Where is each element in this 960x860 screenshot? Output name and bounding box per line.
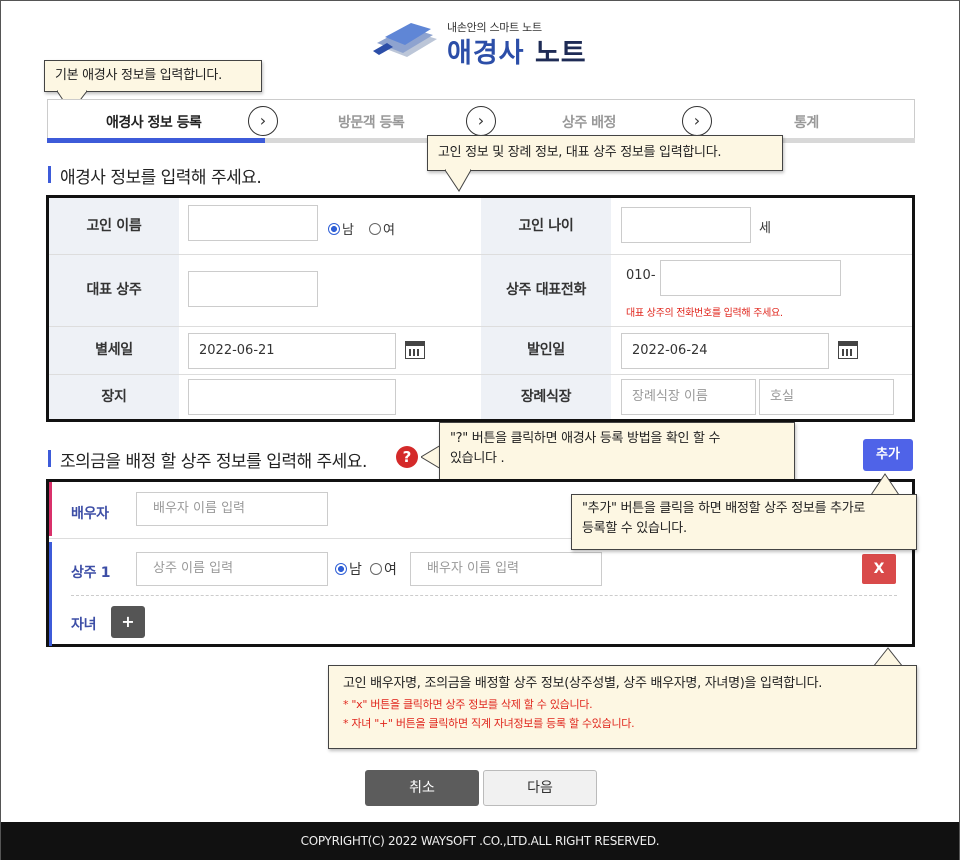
calendar-icon[interactable] (838, 341, 858, 359)
mourner1-label: 상주 1 (71, 565, 111, 581)
add-mourner-button[interactable]: 추가 (863, 439, 913, 471)
gender-male-label: 남 (342, 223, 354, 238)
delete-mourner-button[interactable]: X (862, 554, 896, 584)
mourner1-name-input[interactable]: 상주 이름 입력 (136, 552, 328, 586)
deceased-age-label: 고인 나이 (481, 198, 611, 254)
step-2-label[interactable]: 방문객 등록 (338, 112, 405, 132)
radio-checked-icon (335, 563, 347, 575)
callout-bottom: 고인 배우자명, 조의금을 배정할 상주 정보(상주성별, 상주 배우자명, 자… (328, 665, 917, 749)
spouse-accent-bar (49, 482, 52, 536)
next-button[interactable]: 다음 (483, 770, 597, 806)
deceased-age-input[interactable] (621, 207, 751, 243)
burial-input[interactable] (188, 379, 396, 415)
callout-deceased-info: 고인 정보 및 장례 정보, 대표 상주 정보를 입력합니다. (427, 135, 783, 171)
spouse-name-input[interactable]: 배우자 이름 입력 (136, 492, 328, 526)
mourner1-spouse-input[interactable]: 배우자 이름 입력 (410, 552, 602, 586)
gender-male-radio[interactable]: 남 (328, 219, 354, 238)
callout-bottom-line1: 고인 배우자명, 조의금을 배정할 상주 정보(상주성별, 상주 배우자명, 자… (343, 676, 823, 691)
callout-deceased-info-pointer (445, 169, 471, 192)
funeral-hall-input[interactable]: 장례식장 이름 (621, 379, 756, 415)
radio-unchecked-icon (369, 223, 381, 235)
phone-prefix: 010- (626, 268, 656, 283)
mourner1-gender-female-radio[interactable]: 여 (370, 559, 397, 579)
funeral-date-label: 발인일 (481, 327, 611, 374)
callout-bottom-line3: * 자녀 "+" 버튼을 클릭하면 직계 자녀정보를 등록 할 수있습니다. (343, 717, 635, 730)
step-4-label[interactable]: 통계 (794, 112, 819, 132)
form-row-place: 장지 장례식장 장례식장 이름 호실 (49, 375, 912, 419)
logo-title-blue: 애경사 (447, 38, 525, 69)
callout-help-line1: "?" 버튼을 클릭하면 애경사 등록 방법을 확인 할 수 (450, 431, 721, 446)
funeral-hall-label: 장례식장 (481, 375, 611, 419)
funeral-date-input[interactable]: 2022-06-24 (621, 333, 829, 369)
callout-deceased-info-text: 고인 정보 및 장례 정보, 대표 상주 정보를 입력합니다. (438, 145, 722, 160)
callout-help: "?" 버튼을 클릭하면 애경사 등록 방법을 확인 할 수 있습니다 . (439, 422, 795, 480)
section-title-mourners: 조의금을 배정 할 상주 정보를 입력해 주세요. (48, 447, 367, 472)
logo-title-dark: 노트 (534, 38, 587, 69)
callout-help-line2: 있습니다 . (450, 450, 505, 466)
step-arrow-2-icon: › (466, 106, 496, 136)
form-row-dates: 별세일 2022-06-21 발인일 2022-06-24 (49, 327, 912, 375)
callout-basic-info-text: 기본 애경사 정보를 입력합니다. (55, 68, 222, 83)
age-unit: 세 (759, 221, 771, 236)
callout-basic-info: 기본 애경사 정보를 입력합니다. (44, 60, 262, 92)
logo-icon (373, 23, 437, 57)
phone-note: 대표 상주의 전화번호를 입력해 주세요. (626, 308, 783, 319)
step-progress-fill (47, 138, 265, 143)
mourner-phone-label: 상주 대표전화 (481, 255, 611, 326)
mourner1-gender-male-radio[interactable]: 남 (335, 559, 362, 579)
mourner1-gender-female-label: 여 (384, 562, 397, 578)
deceased-name-label: 고인 이름 (49, 198, 179, 254)
step-1-label[interactable]: 애경사 정보 등록 (106, 112, 202, 132)
gender-female-radio[interactable]: 여 (369, 219, 395, 238)
spouse-label: 배우자 (71, 506, 109, 522)
mourner1-accent-bar (49, 542, 52, 646)
mourner-phone-input[interactable] (660, 260, 841, 296)
death-date-input[interactable]: 2022-06-21 (188, 333, 396, 369)
mourner1-gender-male-label: 남 (349, 562, 362, 578)
radio-unchecked-icon (370, 563, 382, 575)
callout-bottom-line2: * "x" 버튼을 클릭하면 상주 정보를 삭제 할 수 있습니다. (343, 697, 593, 711)
calendar-icon[interactable] (405, 341, 425, 359)
form-row-name: 고인 이름 남 여 고인 나이 세 (49, 198, 912, 255)
callout-add: "추가" 버튼을 클릭을 하면 배정할 상주 정보를 추가로 등록할 수 있습니… (571, 494, 917, 550)
logo-title: 애경사 노트 (447, 31, 587, 70)
callout-add-line1: "추가" 버튼을 클릭을 하면 배정할 상주 정보를 추가로 (582, 501, 866, 516)
step-arrow-1-icon: › (248, 106, 278, 136)
dashed-divider (71, 595, 897, 596)
deceased-name-input[interactable] (188, 205, 318, 241)
form-row-mourner: 대표 상주 상주 대표전화 010- 대표 상주의 전화번호를 입력해 주세요. (49, 255, 912, 327)
footer-copyright: COPYRIGHT(C) 2022 WAYSOFT .CO.,LTD.ALL R… (1, 822, 959, 860)
gender-female-label: 여 (383, 223, 395, 238)
help-button[interactable]: ? (396, 446, 418, 468)
step-arrow-3-icon: › (682, 106, 712, 136)
add-child-button[interactable]: + (111, 606, 145, 638)
radio-checked-icon (328, 223, 340, 235)
chief-mourner-label: 대표 상주 (49, 255, 179, 326)
chief-mourner-input[interactable] (188, 271, 318, 307)
callout-add-line2: 등록할 수 있습니다. (582, 520, 687, 536)
step-3-label[interactable]: 상주 배정 (562, 112, 616, 132)
children-label: 자녀 (71, 617, 97, 633)
section-title-info: 애경사 정보를 입력해 주세요. (48, 163, 262, 188)
burial-label: 장지 (49, 375, 179, 419)
deceased-info-form: 고인 이름 남 여 고인 나이 세 대표 상주 상주 대표전화 010- 대표 … (46, 195, 915, 422)
room-input[interactable]: 호실 (759, 379, 894, 415)
death-date-label: 별세일 (49, 327, 179, 374)
cancel-button[interactable]: 취소 (365, 770, 479, 806)
